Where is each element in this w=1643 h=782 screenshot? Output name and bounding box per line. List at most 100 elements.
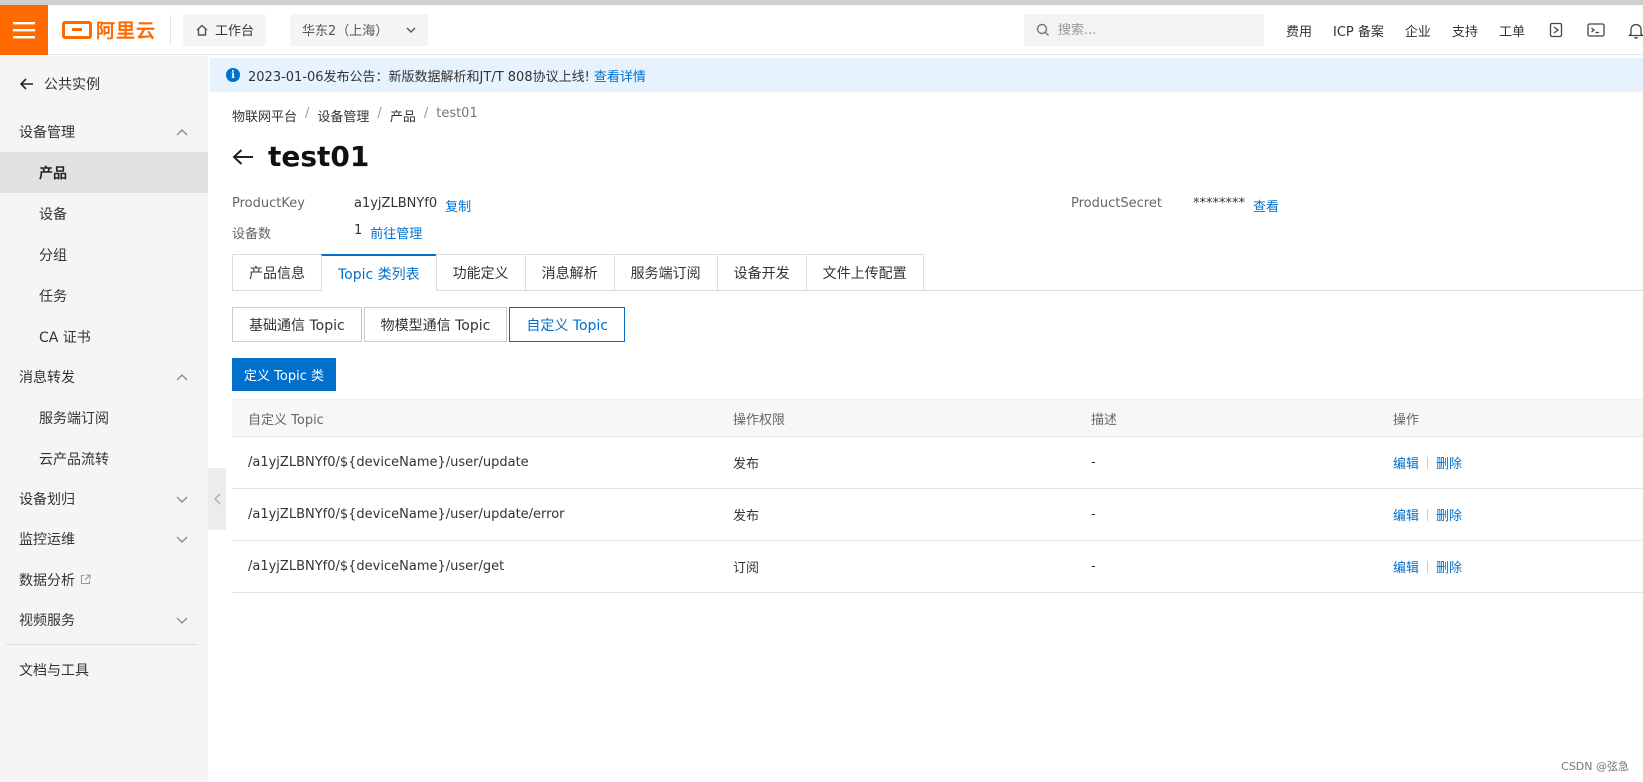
tab-message-parsing[interactable]: 消息解析 <box>524 254 614 291</box>
custom-topic-table: 自定义 Topic 操作权限 描述 操作 /a1yjZLBNYf0/${devi… <box>232 399 1643 593</box>
sidebar-item-server-subscription[interactable]: 服务端订阅 <box>0 397 208 438</box>
permission-cell: 发布 <box>733 509 760 524</box>
delete-link[interactable]: 删除 <box>1436 557 1462 576</box>
breadcrumb-item[interactable]: 物联网平台 <box>232 106 297 125</box>
subtab-custom-topic[interactable]: 自定义 Topic <box>509 307 626 342</box>
top-link-support[interactable]: 支持 <box>1452 21 1478 40</box>
subtab-tsl-topic[interactable]: 物模型通信 Topic <box>363 307 508 342</box>
table-header: 自定义 Topic 操作权限 描述 操作 <box>232 399 1643 437</box>
sidebar-group-label: 视频服务 <box>19 613 75 629</box>
external-link-icon <box>80 574 91 585</box>
workbench-label: 工作台 <box>215 24 255 39</box>
workbench-button[interactable]: 工作台 <box>183 13 267 46</box>
product-secret-value: ******** <box>1193 196 1245 211</box>
terminal-icon <box>1587 23 1605 37</box>
sidebar-link-docs-tools[interactable]: 文档与工具 <box>0 649 208 690</box>
sidebar-item-task[interactable]: 任务 <box>0 275 208 316</box>
actions-cell: 编辑 删除 <box>1393 453 1643 472</box>
top-link-billing[interactable]: 费用 <box>1286 21 1312 40</box>
chevron-down-icon <box>176 536 188 543</box>
bell-icon <box>1627 23 1643 39</box>
announcement-text: 2023-01-06发布公告：新版数据解析和JT/T 808协议上线! <box>248 69 590 85</box>
manage-devices-link[interactable]: 前往管理 <box>370 223 422 242</box>
page-header: test01 <box>232 140 369 173</box>
sidebar-item-cloud-product-flow[interactable]: 云产品流转 <box>0 438 208 479</box>
hamburger-menu-button[interactable] <box>0 4 48 55</box>
top-link-icp[interactable]: ICP 备案 <box>1333 21 1384 40</box>
sidebar-item-group[interactable]: 分组 <box>0 234 208 275</box>
back-to-public-instance[interactable]: 公共实例 <box>0 56 208 112</box>
product-key-label: ProductKey <box>232 196 305 211</box>
aliyun-logo[interactable]: 阿里云 <box>62 14 172 45</box>
action-separator <box>1427 508 1429 521</box>
breadcrumb: 物联网平台 / 设备管理 / 产品 / test01 <box>232 106 478 125</box>
breadcrumb-item[interactable]: 产品 <box>390 106 416 125</box>
chevron-up-icon <box>176 128 188 135</box>
copy-link[interactable]: 复制 <box>445 196 471 215</box>
chevron-left-icon <box>213 493 220 505</box>
tab-topic-list[interactable]: Topic 类列表 <box>321 254 436 292</box>
page-title: test01 <box>268 140 370 173</box>
tab-server-subscription[interactable]: 服务端订阅 <box>613 254 717 291</box>
edit-link[interactable]: 编辑 <box>1393 557 1419 576</box>
breadcrumb-separator: / <box>305 106 310 121</box>
action-separator <box>1427 456 1429 469</box>
sidebar-group-message-forwarding[interactable]: 消息转发 <box>0 357 208 397</box>
sidebar-group-device-management[interactable]: 设备管理 <box>0 112 208 152</box>
define-topic-class-button[interactable]: 定义 Topic 类 <box>232 358 336 391</box>
permission-cell: 发布 <box>733 457 760 472</box>
search-icon <box>1036 23 1049 36</box>
sidebar-group-device-assignment[interactable]: 设备划归 <box>0 479 208 519</box>
sidebar-group-label: 设备划归 <box>19 492 75 508</box>
global-search-box[interactable] <box>1024 14 1264 46</box>
back-arrow-icon[interactable] <box>232 148 254 166</box>
delete-link[interactable]: 删除 <box>1436 505 1462 524</box>
sidebar-collapse-handle[interactable] <box>208 468 226 530</box>
edit-link[interactable]: 编辑 <box>1393 453 1419 472</box>
notification-button[interactable] <box>1626 20 1643 40</box>
breadcrumb-current: test01 <box>436 106 478 121</box>
top-link-ticket[interactable]: 工单 <box>1499 21 1525 40</box>
announcement-details-link[interactable]: 查看详情 <box>594 66 646 85</box>
product-secret-label: ProductSecret <box>1071 196 1162 211</box>
chevron-down-icon <box>176 496 188 503</box>
topic-cell: /a1yjZLBNYf0/${deviceName}/user/update/e… <box>248 507 565 522</box>
api-explorer-button[interactable] <box>1546 20 1566 40</box>
breadcrumb-separator: / <box>377 106 382 121</box>
sidebar-item-device[interactable]: 设备 <box>0 193 208 234</box>
region-select[interactable]: 华东2（上海） <box>290 13 429 46</box>
sidebar-link-data-analysis[interactable]: 数据分析 <box>0 559 208 600</box>
tab-device-development[interactable]: 设备开发 <box>716 254 806 291</box>
delete-link[interactable]: 删除 <box>1436 453 1462 472</box>
sidebar-item-product[interactable]: 产品 <box>0 152 208 193</box>
actions-cell: 编辑 删除 <box>1393 505 1643 524</box>
sidebar-divider <box>6 644 198 645</box>
logo-text: 阿里云 <box>96 20 157 42</box>
edit-link[interactable]: 编辑 <box>1393 505 1419 524</box>
search-input[interactable] <box>1058 22 1248 38</box>
sidebar-item-ca-cert[interactable]: CA 证书 <box>0 316 208 357</box>
topic-cell: /a1yjZLBNYf0/${deviceName}/user/update <box>248 455 529 470</box>
announcement-banner: i 2023-01-06发布公告：新版数据解析和JT/T 808协议上线! 查看… <box>210 58 1643 92</box>
chevron-up-icon <box>176 373 188 380</box>
column-header-actions: 操作 <box>1393 412 1420 428</box>
product-key-value: a1yjZLBNYf0 <box>354 196 438 211</box>
view-secret-link[interactable]: 查看 <box>1253 196 1279 215</box>
sidebar-group-label: 监控运维 <box>19 532 75 548</box>
sidebar-group-video-service[interactable]: 视频服务 <box>0 600 208 640</box>
subtab-basic-topic[interactable]: 基础通信 Topic <box>232 307 362 342</box>
chevron-down-icon <box>406 27 416 33</box>
tab-function-definition[interactable]: 功能定义 <box>435 254 525 291</box>
sidebar-group-monitoring[interactable]: 监控运维 <box>0 519 208 559</box>
tab-product-info[interactable]: 产品信息 <box>232 254 321 291</box>
device-count-row: 设备数 1 前往管理 <box>232 223 422 242</box>
tab-file-upload-config[interactable]: 文件上传配置 <box>805 254 924 291</box>
cloud-shell-button[interactable] <box>1586 20 1606 40</box>
permission-cell: 订阅 <box>733 561 760 576</box>
column-header-topic: 自定义 Topic <box>248 412 324 428</box>
action-separator <box>1427 560 1429 573</box>
breadcrumb-item[interactable]: 设备管理 <box>317 106 369 125</box>
top-link-enterprise[interactable]: 企业 <box>1405 21 1431 40</box>
sidebar-group-label: 消息转发 <box>19 370 75 386</box>
device-count-value: 1 <box>354 223 363 238</box>
